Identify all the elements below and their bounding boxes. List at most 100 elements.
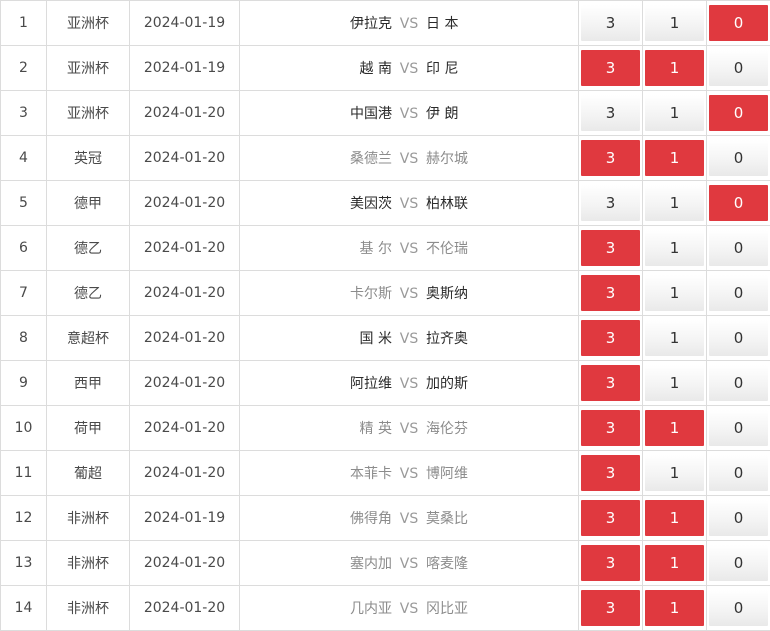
match-teams: 几内亚VS冈比亚 [240,586,579,631]
result-option-3-button[interactable]: 3 [581,5,640,41]
result-option-1-button[interactable]: 1 [645,50,704,86]
option-cell: 3 [579,361,643,406]
home-team: 美因茨 [242,193,392,213]
match-teams: 本菲卡VS博阿维 [240,451,579,496]
result-option-1-button[interactable]: 1 [645,230,704,266]
result-option-0-button[interactable]: 0 [709,140,768,176]
vs-label: VS [392,196,426,212]
table-row: 2亚洲杯2024-01-19越 南VS印 尼310 [1,46,770,91]
option-cell: 1 [643,361,707,406]
vs-label: VS [392,286,426,302]
home-team: 桑德兰 [242,148,392,168]
table-row: 7德乙2024-01-20卡尔斯VS奥斯纳310 [1,271,770,316]
result-option-3-button[interactable]: 3 [581,95,640,131]
league-name: 英冠 [47,136,130,181]
result-option-0-button[interactable]: 0 [709,455,768,491]
result-option-3-button[interactable]: 3 [581,410,640,446]
match-teams: 基 尔VS不伦瑞 [240,226,579,271]
row-number: 14 [1,586,47,631]
vs-label: VS [392,151,426,167]
result-option-0-button[interactable]: 0 [709,185,768,221]
league-name: 西甲 [47,361,130,406]
option-cell: 3 [579,46,643,91]
vs-label: VS [392,466,426,482]
result-option-1-button[interactable]: 1 [645,5,704,41]
row-number: 3 [1,91,47,136]
result-option-1-button[interactable]: 1 [645,185,704,221]
row-number: 13 [1,541,47,586]
result-option-1-button[interactable]: 1 [645,590,704,626]
option-cell: 0 [707,271,770,316]
result-option-1-button[interactable]: 1 [645,365,704,401]
result-option-3-button[interactable]: 3 [581,500,640,536]
table-row: 10荷甲2024-01-20精 英VS海伦芬310 [1,406,770,451]
match-date: 2024-01-20 [130,451,240,496]
result-option-0-button[interactable]: 0 [709,5,768,41]
result-option-3-button[interactable]: 3 [581,50,640,86]
match-date: 2024-01-19 [130,496,240,541]
league-name: 非洲杯 [47,541,130,586]
away-team: 伊 朗 [426,103,576,123]
match-date: 2024-01-20 [130,586,240,631]
option-cell: 0 [707,226,770,271]
result-option-1-button[interactable]: 1 [645,95,704,131]
league-name: 德乙 [47,226,130,271]
option-cell: 3 [579,271,643,316]
result-option-1-button[interactable]: 1 [645,140,704,176]
option-cell: 0 [707,586,770,631]
row-number: 6 [1,226,47,271]
away-team: 喀麦隆 [426,553,576,573]
result-option-3-button[interactable]: 3 [581,185,640,221]
home-team: 塞内加 [242,553,392,573]
option-cell: 3 [579,586,643,631]
match-date: 2024-01-19 [130,1,240,46]
result-option-3-button[interactable]: 3 [581,320,640,356]
result-option-0-button[interactable]: 0 [709,50,768,86]
option-cell: 1 [643,46,707,91]
result-option-3-button[interactable]: 3 [581,455,640,491]
result-option-0-button[interactable]: 0 [709,410,768,446]
result-option-3-button[interactable]: 3 [581,275,640,311]
option-cell: 1 [643,271,707,316]
option-cell: 1 [643,541,707,586]
away-team: 拉齐奥 [426,328,576,348]
row-number: 4 [1,136,47,181]
away-team: 加的斯 [426,373,576,393]
match-teams: 塞内加VS喀麦隆 [240,541,579,586]
match-date: 2024-01-20 [130,91,240,136]
vs-label: VS [392,511,426,527]
home-team: 伊拉克 [242,13,392,33]
result-option-1-button[interactable]: 1 [645,275,704,311]
result-option-0-button[interactable]: 0 [709,365,768,401]
result-option-0-button[interactable]: 0 [709,95,768,131]
result-option-0-button[interactable]: 0 [709,500,768,536]
result-option-3-button[interactable]: 3 [581,365,640,401]
option-cell: 0 [707,91,770,136]
result-option-1-button[interactable]: 1 [645,320,704,356]
result-option-1-button[interactable]: 1 [645,455,704,491]
row-number: 9 [1,361,47,406]
option-cell: 1 [643,136,707,181]
result-option-0-button[interactable]: 0 [709,590,768,626]
result-option-3-button[interactable]: 3 [581,140,640,176]
league-name: 亚洲杯 [47,46,130,91]
match-teams: 伊拉克VS日 本 [240,1,579,46]
result-option-0-button[interactable]: 0 [709,275,768,311]
away-team: 日 本 [426,13,576,33]
match-date: 2024-01-20 [130,136,240,181]
result-option-3-button[interactable]: 3 [581,590,640,626]
league-name: 葡超 [47,451,130,496]
result-option-3-button[interactable]: 3 [581,230,640,266]
result-option-1-button[interactable]: 1 [645,410,704,446]
match-teams: 精 英VS海伦芬 [240,406,579,451]
result-option-0-button[interactable]: 0 [709,230,768,266]
result-option-1-button[interactable]: 1 [645,500,704,536]
option-cell: 3 [579,451,643,496]
vs-label: VS [392,331,426,347]
league-name: 德甲 [47,181,130,226]
row-number: 10 [1,406,47,451]
option-cell: 0 [707,361,770,406]
vs-label: VS [392,61,426,77]
result-option-0-button[interactable]: 0 [709,320,768,356]
vs-label: VS [392,106,426,122]
